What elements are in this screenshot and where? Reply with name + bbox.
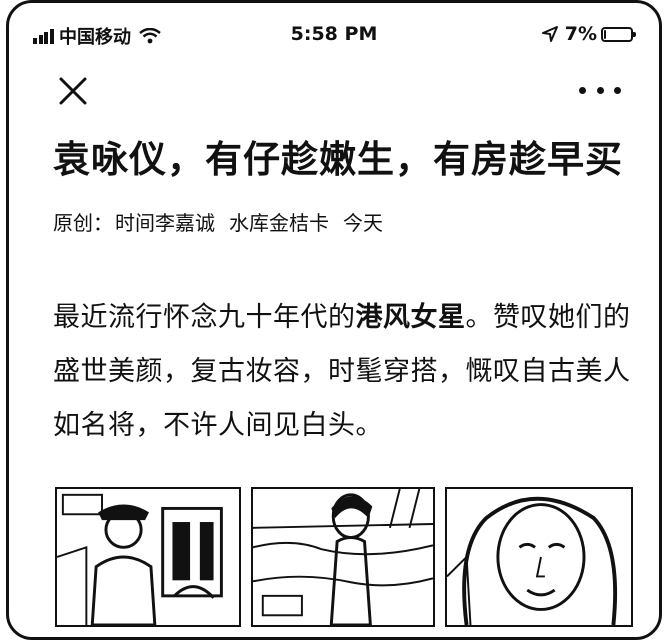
article-title: 袁咏仪，有仔趁嫩生，有房趁早买 xyxy=(53,138,623,181)
article-photo-1[interactable] xyxy=(55,487,241,627)
photo-2-image xyxy=(253,489,433,625)
article-image-row xyxy=(55,487,643,627)
more-icon[interactable] xyxy=(579,81,621,99)
author-link[interactable]: 时间李嘉诚 xyxy=(115,211,215,235)
body-text-bold: 港风女星 xyxy=(355,302,466,333)
status-right: 7% xyxy=(541,23,636,45)
article-body: 最近流行怀念九十年代的港风女星。赞叹她们的盛世美颜，复古妆容，时髦穿搭，慨叹自古… xyxy=(53,291,643,453)
photo-3-image xyxy=(447,489,631,625)
photo-1-image xyxy=(57,489,239,625)
article-photo-2[interactable] xyxy=(251,487,435,627)
phone-screen: 中国移动 5:58 PM 7% 袁咏仪，有仔趁嫩生，有房趁早买 原创： 时间李嘉诚… xyxy=(6,0,662,640)
battery-percent: 7% xyxy=(564,23,597,45)
body-text-start: 最近流行怀念九十年代的 xyxy=(53,302,356,333)
battery-icon xyxy=(601,26,636,42)
publish-date: 今天 xyxy=(343,211,383,235)
article-meta: 原创： 时间李嘉诚 水库金桔卡 今天 xyxy=(53,207,397,236)
article-photo-3[interactable] xyxy=(445,487,633,627)
original-label: 原创： xyxy=(53,211,113,235)
account-link[interactable]: 水库金桔卡 xyxy=(229,211,329,235)
location-arrow-icon xyxy=(541,26,558,42)
close-icon[interactable] xyxy=(57,75,89,107)
status-bar: 中国移动 5:58 PM 7% xyxy=(9,17,659,57)
battery-fill xyxy=(604,29,606,39)
